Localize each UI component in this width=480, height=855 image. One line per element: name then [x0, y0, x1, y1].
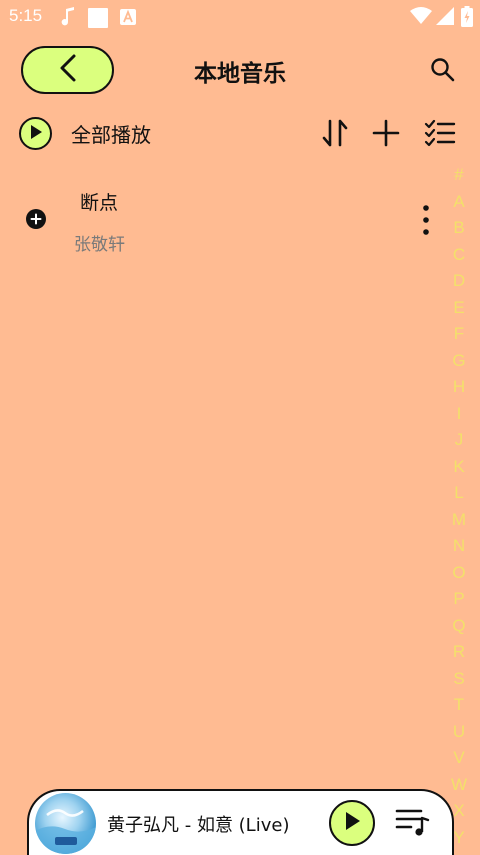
alphabet-index-letter[interactable]: T [454, 692, 464, 719]
alphabet-index-letter[interactable]: Q [452, 613, 465, 640]
alphabet-index-letter[interactable]: X [453, 798, 464, 825]
alphabet-index-letter[interactable]: L [454, 480, 463, 507]
play-all-label[interactable]: 全部播放 [71, 119, 151, 148]
mini-player[interactable]: 黄子弘凡 - 如意 (Live) [27, 789, 454, 855]
text-a-icon [120, 9, 136, 29]
alphabet-index-letter[interactable]: H [453, 374, 465, 401]
page-title: 本地音乐 [194, 61, 286, 87]
alphabet-index-letter[interactable]: N [453, 533, 465, 560]
add-icon[interactable] [370, 117, 402, 149]
play-icon [343, 811, 361, 835]
sort-icon[interactable] [319, 117, 351, 149]
playlist-queue-icon[interactable] [395, 806, 431, 838]
alphabet-index-letter[interactable]: U [453, 719, 465, 746]
alphabet-index-letter[interactable]: I [457, 401, 462, 428]
alphabet-index-letter[interactable]: # [454, 162, 463, 189]
play-button[interactable] [329, 800, 375, 846]
list-item[interactable]: 断点 张敬轩 [0, 178, 450, 262]
wifi-icon [410, 7, 432, 29]
alphabet-index-letter[interactable]: Z [454, 851, 464, 855]
signal-icon [436, 7, 454, 29]
alphabet-index-letter[interactable]: K [453, 454, 464, 481]
status-bar: 5:15 [0, 0, 480, 34]
add-to-queue-icon[interactable] [26, 209, 46, 229]
alphabet-index-letter[interactable]: E [453, 295, 464, 322]
play-all-button[interactable] [19, 117, 52, 150]
alphabet-index-letter[interactable]: A [453, 189, 464, 216]
song-artist: 张敬轩 [74, 235, 125, 255]
alphabet-index-letter[interactable]: Y [453, 825, 464, 852]
alphabet-index-letter[interactable]: O [452, 560, 465, 587]
alphabet-index[interactable]: #ABCDEFGHIJKLMNOPQRSTUVWXYZ [448, 162, 470, 855]
alphabet-index-letter[interactable]: V [453, 745, 464, 772]
alphabet-index-letter[interactable]: S [453, 666, 464, 693]
alphabet-index-letter[interactable]: P [453, 586, 464, 613]
song-title: 断点 [80, 192, 119, 214]
alphabet-index-letter[interactable]: R [453, 639, 465, 666]
alphabet-index-letter[interactable]: D [453, 268, 465, 295]
alphabet-index-letter[interactable]: M [452, 507, 466, 534]
alphabet-index-letter[interactable]: F [454, 321, 464, 348]
alphabet-index-letter[interactable]: J [455, 427, 464, 454]
alphabet-index-letter[interactable]: B [453, 215, 464, 242]
battery-icon [461, 6, 473, 31]
alphabet-index-letter[interactable]: C [453, 242, 465, 269]
alphabet-index-letter[interactable]: G [452, 348, 465, 375]
album-cover-image[interactable] [35, 793, 96, 854]
alphabet-index-letter[interactable]: W [451, 772, 467, 799]
more-vertical-icon[interactable] [418, 204, 434, 236]
music-note-icon [60, 7, 76, 31]
multi-select-icon[interactable] [424, 117, 456, 149]
now-playing-title: 黄子弘凡 - 如意 (Live) [107, 815, 290, 836]
play-icon [29, 124, 43, 144]
square-icon [87, 7, 109, 33]
search-icon[interactable] [430, 57, 456, 83]
status-time: 5:15 [9, 6, 43, 25]
